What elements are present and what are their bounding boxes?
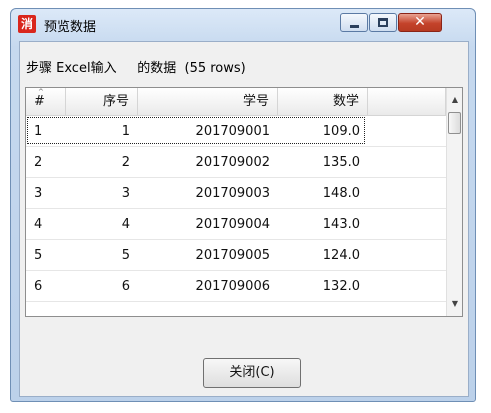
cell-seq[interactable]: 2 [66,147,138,178]
title-bar[interactable]: 消 预览数据 ✕ [11,9,475,39]
column-header-seq[interactable]: 序号 [66,88,138,116]
cell-student-id[interactable]: 201709002 [138,147,278,178]
table-row[interactable]: 3 3 201709003 148.0 [26,178,446,209]
cell-math[interactable]: 148.0 [278,178,368,209]
cell-math[interactable]: 135.0 [278,147,368,178]
close-button[interactable]: 关闭(C) [203,358,301,388]
cell-math[interactable]: 132.0 [278,271,368,302]
chevron-down-icon[interactable]: ▼ [447,296,462,312]
table-row[interactable]: 2 2 201709002 135.0 [26,147,446,178]
cell-student-id[interactable]: 201709005 [138,240,278,271]
cell-index[interactable]: 3 [26,178,66,209]
grid-header: ^ # 序号 学号 数学 [26,88,446,116]
chevron-up-icon[interactable]: ▲ [447,92,462,108]
cell-student-id[interactable]: 201709006 [138,271,278,302]
cell-math[interactable]: 143.0 [278,209,368,240]
minimize-icon [350,25,359,28]
maximize-icon [378,18,388,27]
app-icon: 消 [18,15,36,33]
close-window-button[interactable]: ✕ [398,13,442,32]
column-header-label: # [34,94,45,109]
cell-index[interactable]: 5 [26,240,66,271]
data-caption: 步骤 Excel输入 的数据 (55 rows) [26,61,246,76]
column-header-filler [368,88,446,116]
cell-index[interactable]: 1 [26,116,66,147]
column-header-student-id[interactable]: 学号 [138,88,278,116]
vertical-scrollbar[interactable]: ▲ ▼ [446,88,462,316]
cell-student-id[interactable]: 201709004 [138,209,278,240]
cell-seq[interactable]: 6 [66,271,138,302]
sort-up-icon: ^ [38,88,44,96]
dialog-content: 步骤 Excel输入 的数据 (55 rows) ^ # 序号 学号 数学 1 … [19,41,469,397]
column-header-math[interactable]: 数学 [278,88,368,116]
table-row[interactable]: 1 1 201709001 109.0 [26,116,446,147]
column-header-index[interactable]: ^ # [26,88,66,116]
cell-student-id[interactable]: 201709001 [138,116,278,147]
cell-seq[interactable]: 1 [66,116,138,147]
table-row[interactable]: 4 4 201709004 143.0 [26,209,446,240]
maximize-button[interactable] [369,13,397,32]
table-row[interactable]: 6 6 201709006 132.0 [26,271,446,302]
minimize-button[interactable] [340,13,368,32]
window-title: 预览数据 [44,20,97,35]
cell-index[interactable]: 2 [26,147,66,178]
cell-index[interactable]: 4 [26,209,66,240]
cell-math[interactable]: 124.0 [278,240,368,271]
data-grid[interactable]: ^ # 序号 学号 数学 1 1 201709001 109.0 2 2 201… [25,87,463,317]
cell-index[interactable]: 6 [26,271,66,302]
preview-data-dialog: 消 预览数据 ✕ 步骤 Excel输入 的数据 (55 rows) ^ # 序号… [10,8,476,402]
cell-seq[interactable]: 5 [66,240,138,271]
close-icon: ✕ [414,14,426,30]
table-row[interactable]: 5 5 201709005 124.0 [26,240,446,271]
cell-seq[interactable]: 4 [66,209,138,240]
scrollbar-thumb[interactable] [448,112,461,134]
cell-student-id[interactable]: 201709003 [138,178,278,209]
cell-seq[interactable]: 3 [66,178,138,209]
cell-math[interactable]: 109.0 [278,116,368,147]
